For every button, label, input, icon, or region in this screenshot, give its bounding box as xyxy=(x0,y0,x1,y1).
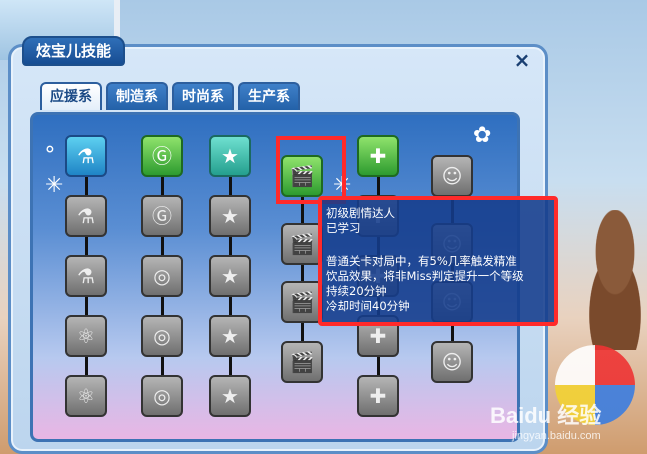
skill-name: 初级剧情达人 xyxy=(326,206,395,220)
clapperboard-sun-icon[interactable]: 🎬 xyxy=(281,341,323,383)
bubble-decoration: ∘ xyxy=(43,137,57,162)
medkit-plus-icon[interactable]: ✚ xyxy=(357,135,399,177)
watermark-url: jingyan.baidu.com xyxy=(512,430,601,442)
star-badge-5-icon[interactable]: ★ xyxy=(209,375,251,417)
g-coin-up-icon[interactable]: Ⓖ xyxy=(141,195,183,237)
skill-duration: 持续20分钟 xyxy=(326,284,387,298)
coin-pile-icon[interactable]: ◎ xyxy=(141,375,183,417)
star-badge-2-icon[interactable]: ★ xyxy=(209,195,251,237)
skill-status: 已学习 xyxy=(326,221,361,235)
close-icon[interactable]: × xyxy=(512,50,532,70)
window-title: 炫宝儿技能 xyxy=(22,36,126,66)
user-up-icon[interactable]: ☺ xyxy=(431,155,473,197)
sparkle-decoration: ✳ xyxy=(45,173,64,198)
clapperboard-star-icon[interactable]: 🎬 xyxy=(281,223,323,265)
skill-tooltip: 初级剧情达人 已学习 普通关卡对局中，有5%几率触发精准 饮品效果，将非Miss… xyxy=(318,196,558,326)
molecule-cluster-icon[interactable]: ⚛ xyxy=(65,375,107,417)
g-coin-icon[interactable]: Ⓖ xyxy=(141,135,183,177)
star-badge-3-icon[interactable]: ★ xyxy=(209,255,251,297)
test-tubes-icon[interactable]: ⚗ xyxy=(65,195,107,237)
medkit-4-icon[interactable]: ✚ xyxy=(357,375,399,417)
star-badge-4-icon[interactable]: ★ xyxy=(209,315,251,357)
user-exp-3-icon[interactable]: ☺ xyxy=(431,341,473,383)
flower-decoration: ✿ xyxy=(473,123,492,148)
tab-fashion[interactable]: 时尚系 xyxy=(172,82,234,110)
selected-skill-highlight xyxy=(276,136,346,204)
clapperboard-moon-icon[interactable]: 🎬 xyxy=(281,281,323,323)
flasks-icon[interactable]: ⚗ xyxy=(65,255,107,297)
skill-description: 普通关卡对局中，有5%几率触发精准 饮品效果，将非Miss判定提升一个等级 xyxy=(326,254,524,283)
molecule-icon[interactable]: ⚛ xyxy=(65,315,107,357)
coin-stack-icon[interactable]: ◎ xyxy=(141,315,183,357)
test-tube-icon[interactable]: ⚗ xyxy=(65,135,107,177)
tab-support[interactable]: 应援系 xyxy=(40,82,102,110)
tab-production[interactable]: 生产系 xyxy=(238,82,300,110)
category-tabs: 应援系 制造系 时尚系 生产系 xyxy=(40,82,300,110)
watermark-brand: Baidu 经验 xyxy=(490,403,602,428)
tab-crafting[interactable]: 制造系 xyxy=(106,82,168,110)
coins-icon[interactable]: ◎ xyxy=(141,255,183,297)
star-badge-icon[interactable]: ★ xyxy=(209,135,251,177)
skill-cooldown: 冷却时间40分钟 xyxy=(326,299,410,313)
teddy-bear-decoration xyxy=(570,210,647,350)
